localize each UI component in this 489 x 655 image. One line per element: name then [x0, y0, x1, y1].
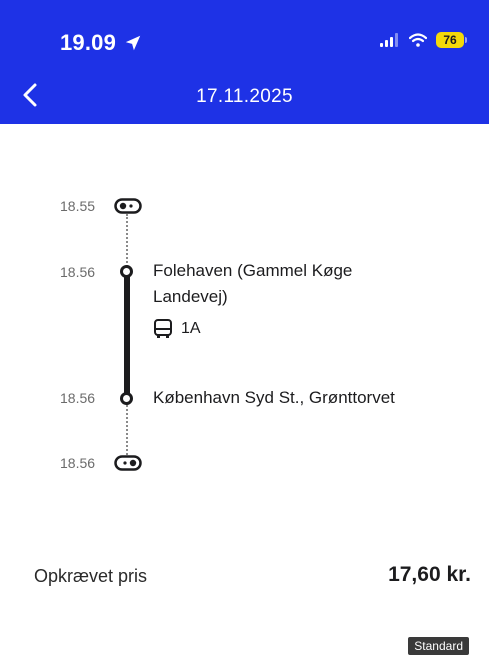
- arrival-time: 18.56: [60, 455, 96, 471]
- stop-name-1: Folehaven (Gammel Køge Landevej): [153, 261, 353, 306]
- bus-icon: [154, 319, 172, 338]
- bus-route-line: [124, 272, 130, 398]
- route-label: 1A: [181, 320, 201, 337]
- walk-line-top: [126, 214, 128, 270]
- fare-type-badge: Standard: [408, 637, 469, 655]
- price-label: Opkrævet pris: [34, 566, 148, 586]
- stop-time-2: 18.56: [60, 390, 96, 406]
- stop-name-2: København Syd St., Grønttorvet: [153, 388, 395, 407]
- stop-marker-1: [120, 265, 133, 278]
- walk-end-icon: [114, 455, 142, 471]
- walk-line-bottom: [126, 405, 128, 455]
- walk-start-icon: [114, 198, 142, 214]
- stop-time-1: 18.56: [60, 264, 96, 280]
- route-info: 1A: [153, 318, 201, 340]
- stop-marker-2: [120, 392, 133, 405]
- price-value: 17,60 kr.: [388, 563, 471, 586]
- departure-time: 18.55: [60, 198, 96, 214]
- journey-timeline: 18.55 18.56 Folehaven (Gammel Køge Lande…: [0, 0, 489, 655]
